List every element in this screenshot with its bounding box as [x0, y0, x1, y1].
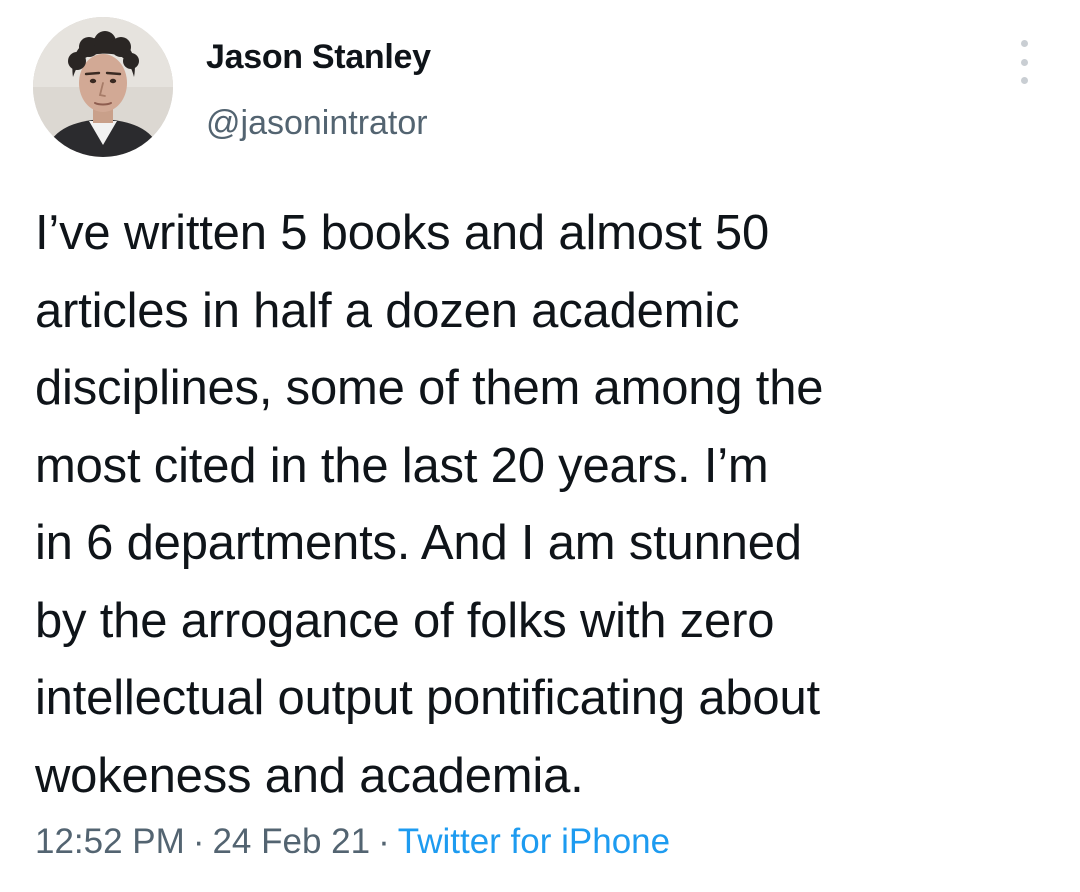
meta-separator: ·: [192, 822, 205, 861]
avatar[interactable]: [33, 17, 173, 157]
more-vertical-icon: [1020, 77, 1028, 84]
tweet: Jason Stanley @jasonintrator I’ve writte…: [0, 0, 1080, 892]
user-handle[interactable]: @jasonintrator: [206, 104, 428, 143]
more-options-button[interactable]: [1008, 40, 1040, 84]
tweet-text-line: disciplines, some of them among the: [35, 361, 824, 415]
more-vertical-icon: [1020, 40, 1028, 47]
tweet-text: I’ve written 5 books and almost 50 artic…: [35, 195, 1045, 815]
tweet-text-line: I’ve written 5 books and almost 50: [35, 206, 770, 260]
meta-separator: ·: [378, 822, 390, 861]
more-vertical-icon: [1020, 58, 1028, 66]
tweet-text-line: wokeness and academia.: [35, 748, 584, 803]
tweet-text-line: articles in half a dozen academic: [35, 283, 740, 338]
tweet-metadata: 12:52 PM · 24 Feb 21 · Twitter for iPhone: [35, 822, 670, 862]
tweet-text-line: by the arrogance of folks with zero: [35, 593, 775, 648]
tweet-text-line: most cited in the last 20 years. I’m: [35, 438, 769, 493]
tweet-date[interactable]: 24 Feb 21: [212, 822, 370, 861]
avatar-photo: [33, 17, 173, 157]
tweet-text-line: in 6 departments. And I am stunned: [35, 516, 802, 570]
tweet-text-line: intellectual output pontificating about: [35, 671, 820, 725]
display-name[interactable]: Jason Stanley: [206, 38, 431, 77]
tweet-time[interactable]: 12:52 PM: [35, 822, 185, 861]
tweet-source-link[interactable]: Twitter for iPhone: [398, 822, 670, 861]
